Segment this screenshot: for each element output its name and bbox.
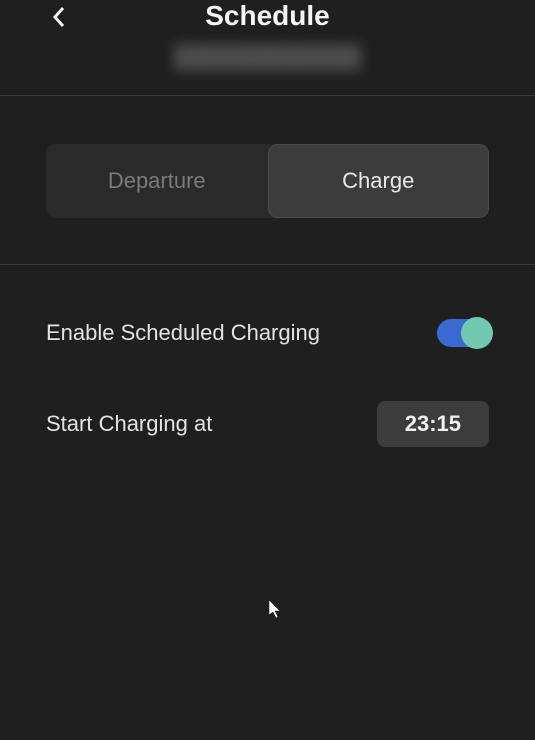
enable-scheduled-charging-toggle[interactable] bbox=[437, 319, 489, 347]
start-charging-row: Start Charging at 23:15 bbox=[46, 401, 489, 447]
start-charging-time[interactable]: 23:15 bbox=[377, 401, 489, 447]
header: Schedule ████████████ bbox=[0, 0, 535, 96]
page-subtitle: ████████████ bbox=[174, 44, 361, 70]
toggle-knob bbox=[461, 317, 493, 349]
tabs-container: Departure Charge bbox=[46, 144, 489, 218]
chevron-left-icon bbox=[51, 5, 67, 29]
tab-charge-label: Charge bbox=[342, 168, 414, 194]
tabs-section: Departure Charge bbox=[0, 96, 535, 265]
enable-scheduled-charging-row: Enable Scheduled Charging bbox=[46, 319, 489, 347]
tab-departure-label: Departure bbox=[108, 168, 206, 194]
tab-charge[interactable]: Charge bbox=[268, 144, 490, 218]
enable-scheduled-charging-label: Enable Scheduled Charging bbox=[46, 320, 320, 346]
tab-departure[interactable]: Departure bbox=[46, 144, 268, 218]
start-charging-label: Start Charging at bbox=[46, 411, 212, 437]
page-title: Schedule bbox=[205, 0, 329, 32]
cursor-icon bbox=[269, 600, 283, 625]
back-button[interactable] bbox=[44, 2, 74, 32]
content: Enable Scheduled Charging Start Charging… bbox=[0, 265, 535, 447]
